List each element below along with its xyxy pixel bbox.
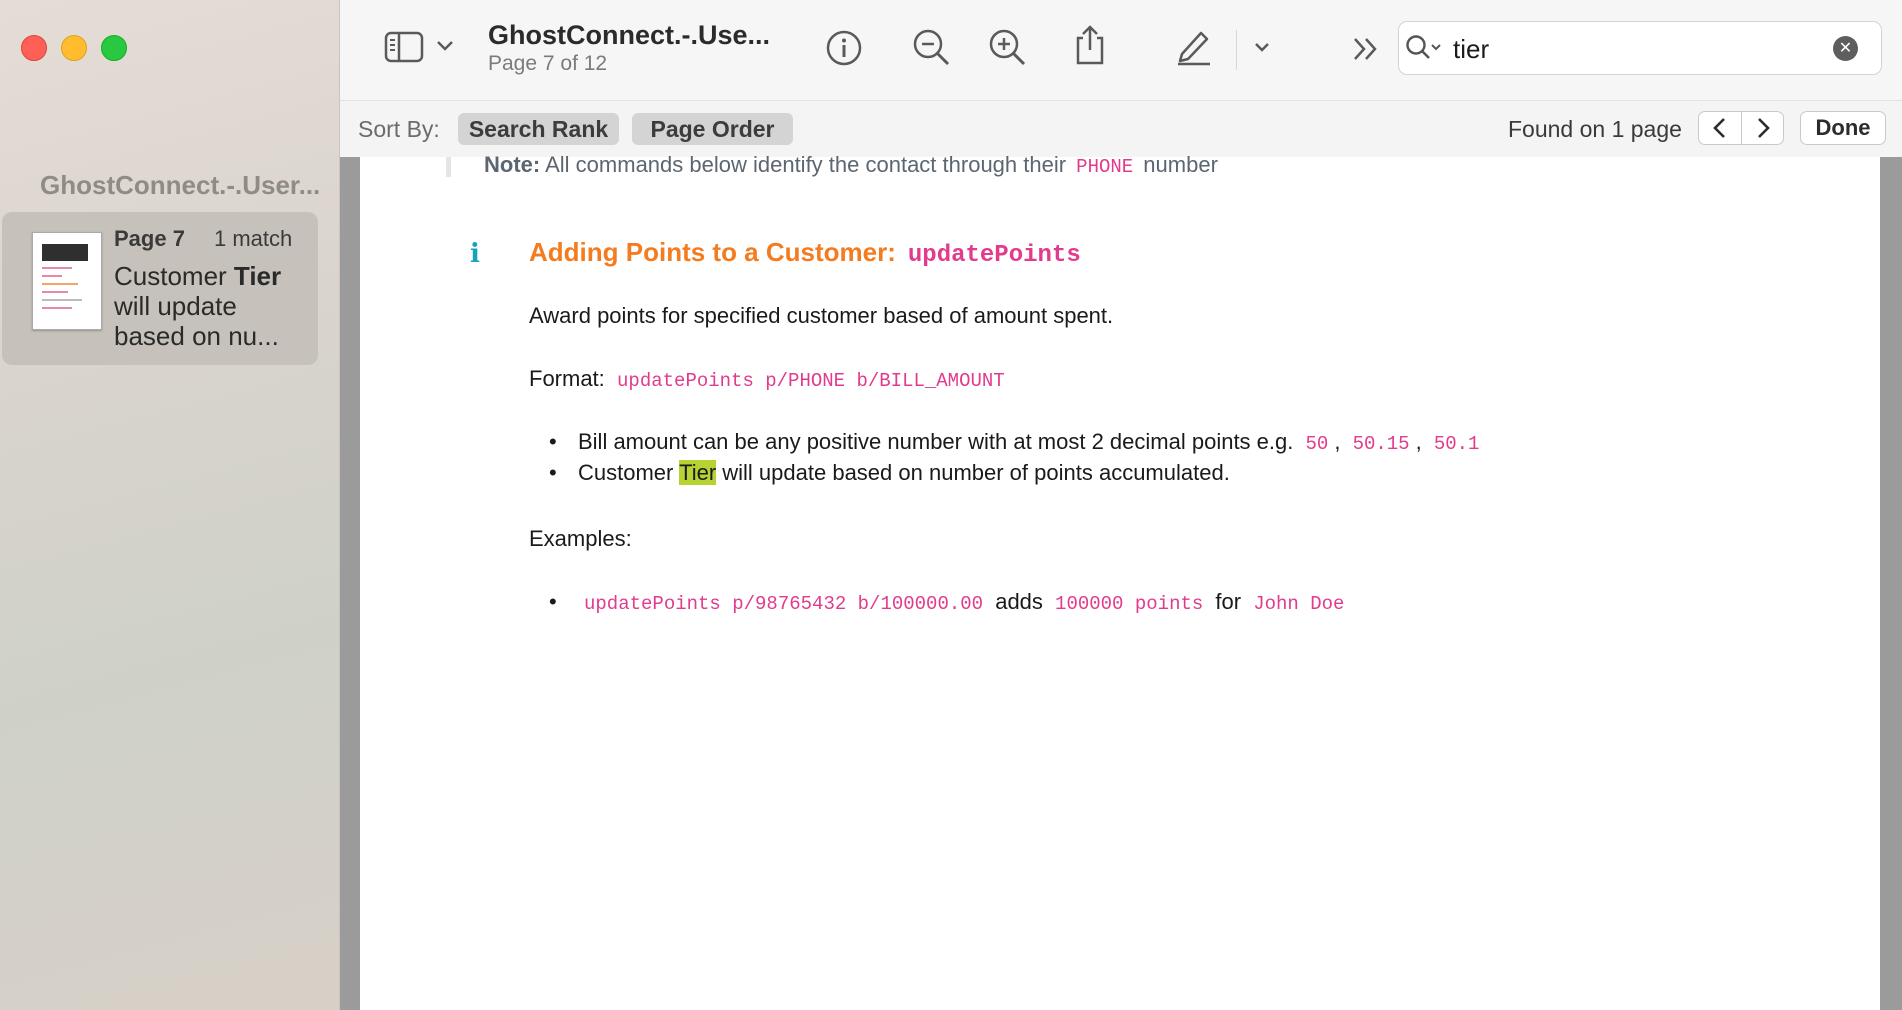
search-highlight: Tier xyxy=(679,460,717,485)
list-item: updatePoints p/98765432 b/100000.00 adds… xyxy=(529,589,1350,620)
sort-by-label: Sort By: xyxy=(358,116,440,142)
heading-command: updatePoints xyxy=(907,242,1081,269)
minimize-window-button[interactable] xyxy=(61,35,87,61)
result-page-label: Page 7 xyxy=(114,226,185,251)
sort-search-rank-button[interactable]: Search Rank xyxy=(458,113,619,145)
notes-list: Bill amount can be any positive number w… xyxy=(529,429,1485,491)
info-icon[interactable] xyxy=(825,29,863,67)
list-item: Customer Tier will update based on numbe… xyxy=(529,460,1485,491)
examples-list: updatePoints p/98765432 b/100000.00 adds… xyxy=(529,589,1350,620)
document-title: GhostConnect.-.Use... xyxy=(488,20,771,50)
sidebar-document-title: GhostConnect.-.User... xyxy=(40,170,321,200)
result-snippet-match: Tier xyxy=(233,261,282,291)
note-border xyxy=(446,157,451,177)
search-icon[interactable] xyxy=(1405,34,1443,62)
search-result-item[interactable]: Page 7 1 match Customer Tier will update… xyxy=(2,212,318,365)
result-snippet: Customer Tier will update based on nu... xyxy=(114,261,282,351)
close-window-button[interactable] xyxy=(21,35,47,61)
found-count-text: Found on 1 page xyxy=(1508,116,1682,142)
clear-search-icon[interactable]: ✕ xyxy=(1833,36,1858,61)
page-indicator: Page 7 of 12 xyxy=(488,52,608,75)
previous-result-button[interactable] xyxy=(1699,112,1742,144)
toolbar-separator xyxy=(1236,30,1237,70)
chevron-down-icon[interactable] xyxy=(1254,42,1270,52)
markup-pen-icon[interactable] xyxy=(1174,26,1214,66)
examples-label: Examples: xyxy=(529,526,632,551)
format-line: Format: updatePoints p/PHONE b/BILL_AMOU… xyxy=(529,366,1005,392)
next-result-button[interactable] xyxy=(1742,112,1784,144)
done-button[interactable]: Done xyxy=(1800,111,1886,145)
list-item: Bill amount can be any positive number w… xyxy=(529,429,1485,460)
chevron-right-icon xyxy=(1758,118,1770,138)
result-match-count: 1 match xyxy=(214,226,293,251)
zoom-in-icon[interactable] xyxy=(988,28,1028,68)
toolbar: GhostConnect.-.Use... Page 7 of 12 ✕ xyxy=(340,0,1902,100)
section-heading: Adding Points to a Customer: updatePoints xyxy=(529,237,1081,269)
chevron-left-icon xyxy=(1713,118,1725,138)
note-text: Note: All commands below identify the co… xyxy=(484,152,1218,178)
command-description: Award points for specified customer base… xyxy=(529,303,1114,328)
search-input[interactable] xyxy=(1451,30,1815,68)
sidebar-toggle-icon[interactable] xyxy=(384,30,424,64)
more-chevrons-icon[interactable] xyxy=(1352,36,1380,62)
sidebar: GhostConnect.-.User... Page 7 1 match Cu… xyxy=(0,0,340,1010)
info-icon: i xyxy=(470,239,480,269)
maximize-window-button[interactable] xyxy=(101,35,127,61)
zoom-out-icon[interactable] xyxy=(912,28,952,68)
chevron-down-icon[interactable] xyxy=(436,40,454,52)
page-thumbnail xyxy=(32,232,102,330)
format-code: updatePoints p/PHONE b/BILL_AMOUNT xyxy=(617,370,1005,392)
search-field[interactable]: ✕ xyxy=(1398,21,1882,75)
share-icon[interactable] xyxy=(1073,24,1107,66)
result-navigation xyxy=(1698,111,1784,145)
document-page: Note: All commands below identify the co… xyxy=(360,152,1880,1010)
sort-page-order-button[interactable]: Page Order xyxy=(632,113,793,145)
find-bar: Sort By: Search Rank Page Order Found on… xyxy=(340,100,1902,158)
